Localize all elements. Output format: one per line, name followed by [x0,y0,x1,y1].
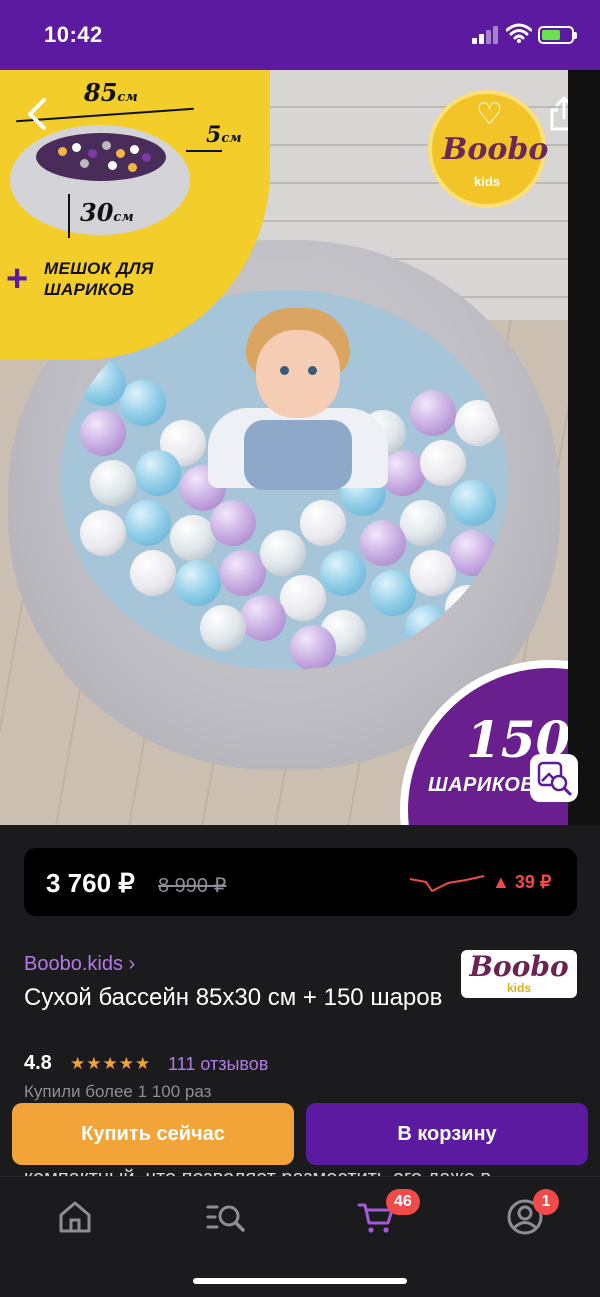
tab-catalog[interactable] [205,1197,245,1237]
buy-now-button[interactable]: Купить сейчас [12,1103,294,1165]
bag-label: МЕШОК ДЛЯ ШАРИКОВ [44,259,154,299]
child-image [208,308,388,490]
battery-icon [538,26,577,44]
rating-value: 4.8 [24,1052,52,1074]
brand-link[interactable]: Boobo.kids › [24,953,135,976]
plus-icon: + [6,258,29,300]
cart-count-badge: 46 [386,1189,420,1215]
cellular-signal-icon [472,26,500,44]
back-arrow-icon[interactable] [22,96,52,132]
price-history-sparkline [409,875,485,892]
product-title: Сухой бассейн 85х30 см + 150 шаров [24,984,443,1011]
balls-word: ШАРИКОВ [428,774,536,796]
tab-profile[interactable]: 1 [505,1189,559,1237]
brand-logo-badge: ♡ Boobo kids [428,90,548,208]
wifi-icon [506,23,532,43]
purchase-count: Купили более 1 100 раз [24,1082,212,1101]
old-price: 8 990 ₽ [158,875,227,897]
current-price: 3 760 ₽ [46,868,135,898]
price-change: ▲ 39 ₽ [492,872,552,892]
home-icon [59,1201,91,1233]
product-image[interactable]: 85см 5см 30см + МЕШОК ДЛЯ ШАРИКОВ ♡ Boob… [0,70,600,825]
price-bar[interactable]: 3 760 ₽ 8 990 ₽ ▲ 39 ₽ [24,848,577,916]
status-bar: 10:42 [0,0,600,70]
dim-height-label: 30см [80,198,134,227]
reviews-link[interactable]: 111 отзывов [168,1054,268,1075]
tab-cart[interactable]: 46 [356,1189,420,1237]
status-time: 10:42 [44,22,103,47]
image-search-button[interactable] [530,754,578,802]
tab-home[interactable] [55,1197,95,1237]
profile-notification-badge: 1 [533,1189,559,1215]
catalog-search-icon [206,1205,245,1232]
heart-icon: ♡ [476,98,503,131]
dim-wall-label: 5см [206,122,242,148]
brand-logo[interactable]: Boobo kids [461,950,577,998]
home-indicator [193,1278,407,1284]
add-to-cart-button[interactable]: В корзину [306,1103,588,1165]
dim-width-label: 85см [84,78,138,107]
rating-stars-icon: ★★★★★ [70,1054,152,1073]
image-search-icon [537,761,572,796]
